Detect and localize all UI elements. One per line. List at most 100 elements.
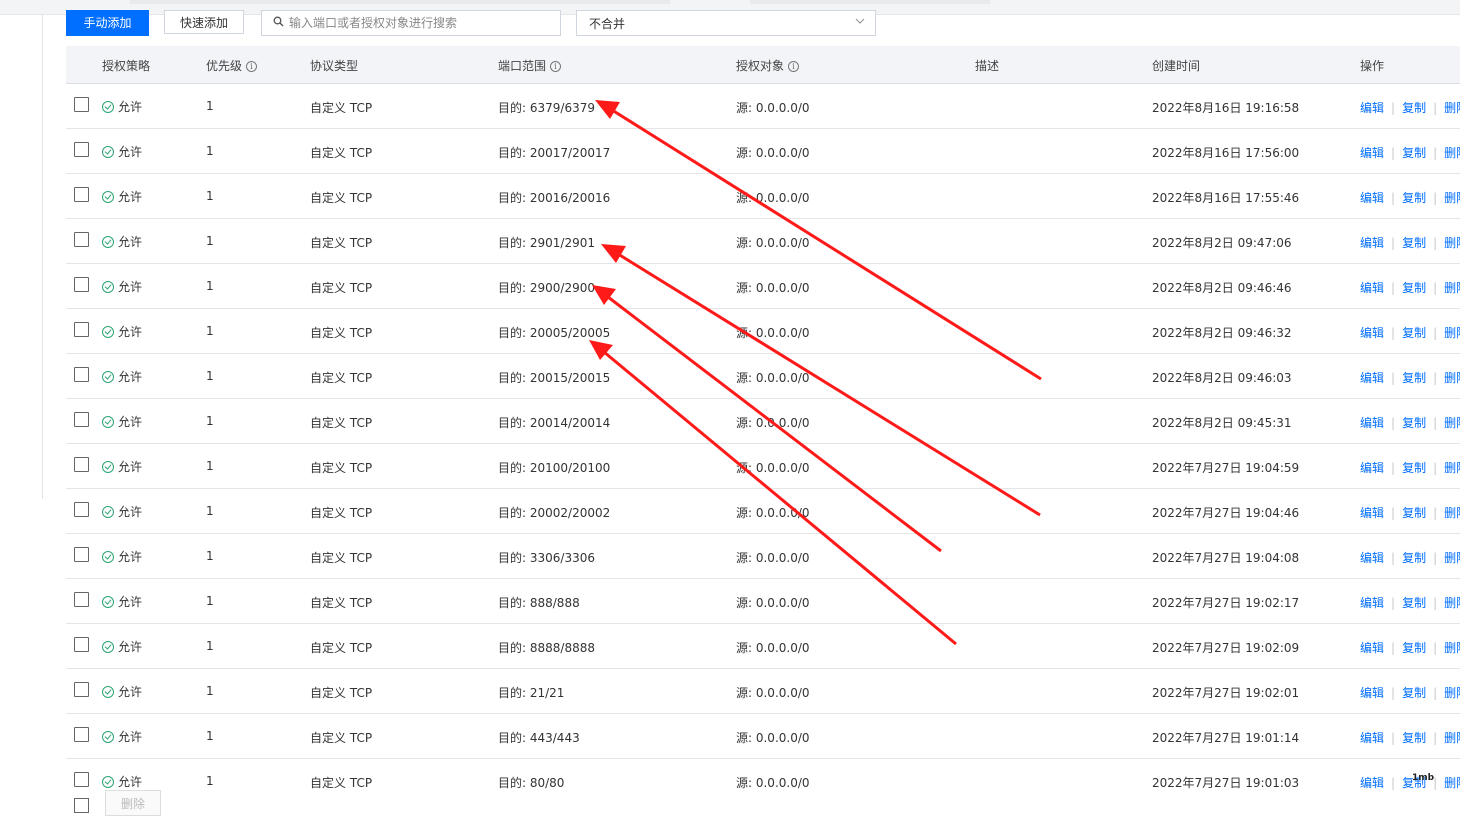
action-separator: | (1433, 641, 1438, 655)
edit-link[interactable]: 编辑 (1360, 416, 1384, 430)
edit-link[interactable]: 编辑 (1360, 686, 1384, 700)
row-checkbox[interactable] (74, 637, 89, 652)
row-checkbox[interactable] (74, 412, 89, 427)
copy-link[interactable]: 复制 (1402, 596, 1426, 610)
copy-link[interactable]: 复制 (1402, 506, 1426, 520)
action-separator: | (1433, 101, 1438, 115)
delete-link[interactable]: 删除 (1444, 236, 1460, 250)
delete-link[interactable]: 删除 (1444, 146, 1460, 160)
delete-link[interactable]: 删除 (1444, 776, 1460, 790)
row-checkbox[interactable] (74, 97, 89, 112)
delete-link[interactable]: 删除 (1444, 371, 1460, 385)
edit-link[interactable]: 编辑 (1360, 641, 1384, 655)
policy-cell: 允许 (102, 233, 142, 250)
row-checkbox[interactable] (74, 187, 89, 202)
header-actions: 操作 (1360, 59, 1385, 73)
delete-link[interactable]: 删除 (1444, 731, 1460, 745)
row-checkbox[interactable] (74, 727, 89, 742)
row-checkbox[interactable] (74, 322, 89, 337)
edit-link[interactable]: 编辑 (1360, 146, 1384, 160)
table-row: 允许 1 自定义 TCP 目的: 20002/20002 源: 0.0.0.0/0 202… (66, 489, 1460, 534)
manual-add-button[interactable]: 手动添加 (66, 10, 149, 36)
action-separator: | (1433, 686, 1438, 700)
action-separator: | (1391, 236, 1396, 250)
edit-link[interactable]: 编辑 (1360, 326, 1384, 340)
policy-text: 允许 (118, 235, 143, 249)
row-checkbox[interactable] (74, 502, 89, 517)
edit-link[interactable]: 编辑 (1360, 731, 1384, 745)
delete-link[interactable]: 删除 (1444, 461, 1460, 475)
copy-link[interactable]: 复制 (1402, 416, 1426, 430)
edit-link[interactable]: 编辑 (1360, 551, 1384, 565)
policy-cell: 允许 (102, 278, 142, 295)
action-separator: | (1433, 551, 1438, 565)
edit-link[interactable]: 编辑 (1360, 191, 1384, 205)
row-checkbox[interactable] (74, 232, 89, 247)
delete-link[interactable]: 删除 (1444, 596, 1460, 610)
edit-link[interactable]: 编辑 (1360, 776, 1384, 790)
header-created: 创建时间 (1152, 59, 1201, 73)
header-protocol: 协议类型 (310, 59, 359, 73)
row-checkbox[interactable] (74, 142, 89, 157)
edit-link[interactable]: 编辑 (1360, 371, 1384, 385)
copy-link[interactable]: 复制 (1402, 641, 1426, 655)
delete-link[interactable]: 删除 (1444, 281, 1460, 295)
copy-link[interactable]: 复制 (1402, 371, 1426, 385)
copy-link[interactable]: 复制 (1402, 551, 1426, 565)
check-circle-icon (102, 461, 114, 473)
merge-select[interactable]: 不合并 (576, 10, 876, 36)
delete-link[interactable]: 删除 (1444, 191, 1460, 205)
actions-cell: 编辑 | 复制 | 删除 (1360, 684, 1460, 701)
row-checkbox[interactable] (74, 592, 89, 607)
priority-cell: 1 (206, 774, 214, 788)
info-icon[interactable]: i (788, 61, 800, 72)
copy-link[interactable]: 复制 (1402, 101, 1426, 115)
edit-link[interactable]: 编辑 (1360, 236, 1384, 250)
protocol-cell: 自定义 TCP (310, 461, 373, 475)
copy-link[interactable]: 复制 (1402, 731, 1426, 745)
protocol-cell: 自定义 TCP (310, 596, 373, 610)
delete-link[interactable]: 删除 (1444, 551, 1460, 565)
copy-link[interactable]: 复制 (1402, 461, 1426, 475)
table-row: 允许 1 自定义 TCP 目的: 20017/20017 源: 0.0.0.0/0 202… (66, 129, 1460, 174)
batch-delete-button[interactable]: 删除 (105, 790, 161, 816)
select-all-checkbox[interactable] (74, 798, 89, 813)
action-separator: | (1391, 641, 1396, 655)
edit-link[interactable]: 编辑 (1360, 281, 1384, 295)
copy-link[interactable]: 复制 (1402, 146, 1426, 160)
copy-link[interactable]: 复制 (1402, 236, 1426, 250)
protocol-cell: 自定义 TCP (310, 551, 373, 565)
delete-link[interactable]: 删除 (1444, 416, 1460, 430)
auth-object-cell: 源: 0.0.0.0/0 (736, 776, 810, 790)
action-separator: | (1433, 596, 1438, 610)
delete-link[interactable]: 删除 (1444, 101, 1460, 115)
info-icon[interactable]: i (246, 61, 258, 72)
protocol-cell: 自定义 TCP (310, 506, 373, 520)
search-icon (273, 16, 284, 27)
row-checkbox[interactable] (74, 457, 89, 472)
copy-link[interactable]: 复制 (1402, 191, 1426, 205)
delete-link[interactable]: 删除 (1444, 686, 1460, 700)
row-checkbox[interactable] (74, 367, 89, 382)
copy-link[interactable]: 复制 (1402, 686, 1426, 700)
row-checkbox[interactable] (74, 277, 89, 292)
delete-link[interactable]: 删除 (1444, 326, 1460, 340)
check-circle-icon (102, 686, 114, 698)
delete-link[interactable]: 删除 (1444, 641, 1460, 655)
row-checkbox[interactable] (74, 772, 89, 787)
copy-link[interactable]: 复制 (1402, 326, 1426, 340)
info-icon[interactable]: i (550, 61, 562, 72)
row-checkbox[interactable] (74, 547, 89, 562)
edit-link[interactable]: 编辑 (1360, 461, 1384, 475)
search-input[interactable] (289, 13, 549, 33)
delete-link[interactable]: 删除 (1444, 506, 1460, 520)
edit-link[interactable]: 编辑 (1360, 101, 1384, 115)
actions-cell: 编辑 | 复制 | 删除 (1360, 729, 1460, 746)
copy-link[interactable]: 复制 (1402, 281, 1426, 295)
row-checkbox[interactable] (74, 682, 89, 697)
quick-add-button[interactable]: 快速添加 (164, 10, 244, 34)
policy-text: 允许 (118, 325, 143, 339)
priority-cell: 1 (206, 324, 214, 338)
edit-link[interactable]: 编辑 (1360, 596, 1384, 610)
edit-link[interactable]: 编辑 (1360, 506, 1384, 520)
